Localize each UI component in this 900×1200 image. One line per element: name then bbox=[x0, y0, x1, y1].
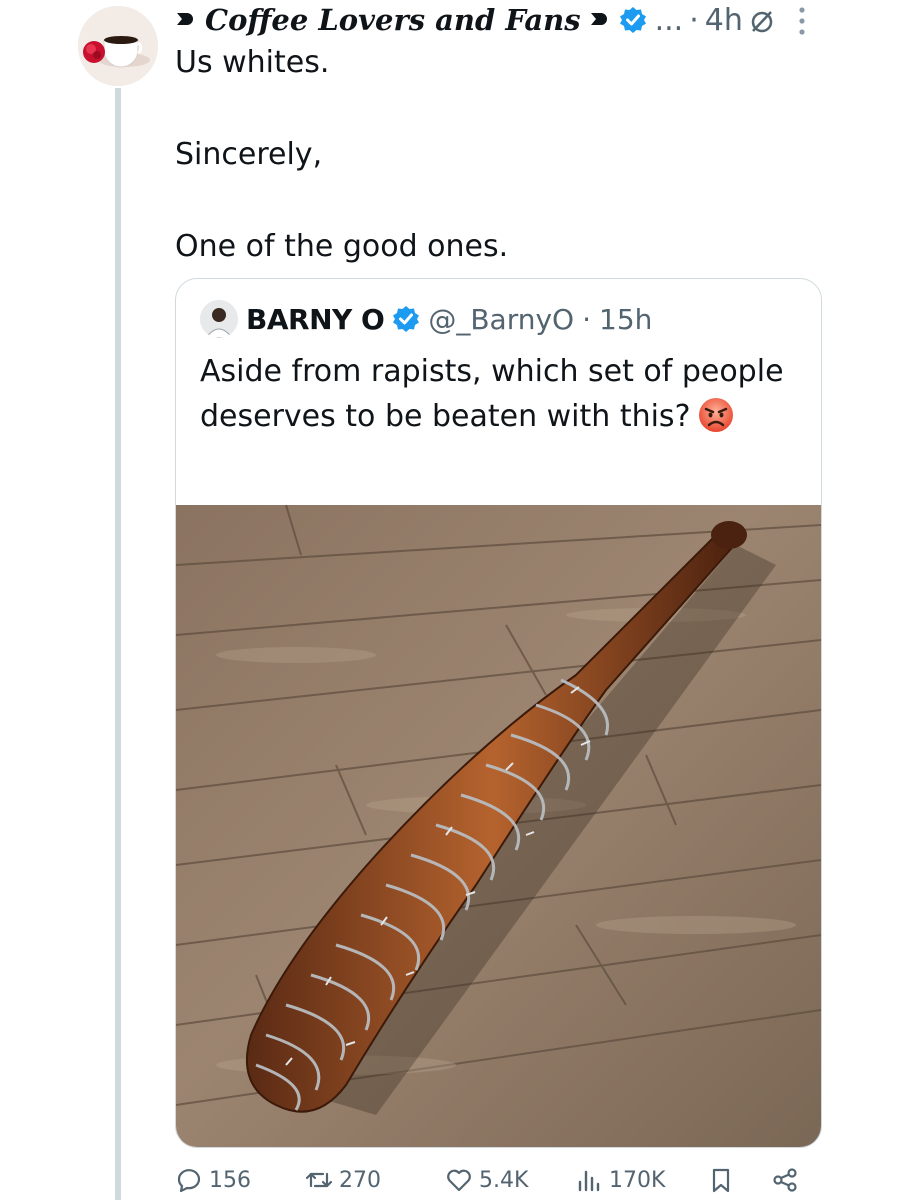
meta-separator: · bbox=[689, 2, 699, 38]
like-heart-icon bbox=[447, 1169, 471, 1192]
repost-count: 270 bbox=[339, 1167, 381, 1193]
quoted-tweet-card[interactable]: BARNY O @_BarnyO · 15h Aside from rapist… bbox=[175, 278, 822, 1148]
quoted-tweet-text: Aside from rapists, which set of people … bbox=[200, 349, 800, 439]
heart-icon bbox=[589, 9, 611, 31]
tweet-header: Coffee Lovers and Fans ... · 4h bbox=[175, 0, 775, 40]
meta-separator: · bbox=[582, 302, 591, 336]
tweet-text-line: One of the good ones. bbox=[175, 229, 509, 264]
verified-badge-icon[interactable] bbox=[619, 6, 647, 34]
tweet-timestamp[interactable]: 4h bbox=[705, 3, 743, 38]
like-button[interactable]: 5.4K bbox=[445, 1166, 528, 1194]
author-avatar[interactable] bbox=[78, 6, 158, 86]
views-button[interactable]: 170K bbox=[575, 1166, 665, 1194]
quoted-author-name[interactable]: BARNY O bbox=[246, 303, 385, 336]
bookmark-button[interactable] bbox=[707, 1166, 735, 1194]
verified-badge-icon bbox=[392, 305, 420, 333]
angry-face-emoji-icon bbox=[697, 396, 735, 434]
share-button[interactable] bbox=[771, 1166, 799, 1194]
author-display-name[interactable]: Coffee Lovers and Fans bbox=[205, 3, 581, 37]
reply-button[interactable]: 156 bbox=[175, 1166, 251, 1194]
repost-button[interactable]: 270 bbox=[305, 1166, 381, 1194]
reply-icon bbox=[177, 1169, 201, 1193]
quoted-tweet-header: BARNY O @_BarnyO · 15h bbox=[200, 299, 652, 339]
quoted-author-avatar[interactable] bbox=[200, 300, 238, 338]
quoted-tweet-image[interactable] bbox=[176, 504, 821, 1147]
quoted-tweet-timestamp[interactable]: 15h bbox=[599, 303, 652, 336]
reply-count: 156 bbox=[209, 1167, 251, 1193]
quoted-author-handle[interactable]: @_BarnyO bbox=[428, 303, 574, 336]
tweet-meta: ... · 4h bbox=[655, 3, 775, 38]
tweet-action-bar: 156 270 5.4K 170K bbox=[175, 1166, 815, 1200]
circle-slash-icon bbox=[749, 7, 775, 33]
meta-dots: ... bbox=[654, 2, 684, 38]
repost-icon bbox=[305, 1172, 333, 1188]
like-count: 5.4K bbox=[479, 1167, 529, 1193]
bookmark-icon bbox=[712, 1168, 730, 1193]
tweet-body: Us whites. Sincerely, One of the good on… bbox=[175, 40, 855, 270]
tweet-text-line: Us whites. bbox=[175, 45, 330, 80]
more-options-icon[interactable] bbox=[795, 4, 809, 38]
tweet-text-line: Sincerely, bbox=[175, 137, 323, 172]
views-count: 170K bbox=[609, 1167, 666, 1193]
thread-connector-line bbox=[115, 88, 121, 1200]
share-icon bbox=[773, 1168, 797, 1192]
heart-icon bbox=[175, 9, 197, 31]
views-chart-icon bbox=[578, 1170, 600, 1192]
